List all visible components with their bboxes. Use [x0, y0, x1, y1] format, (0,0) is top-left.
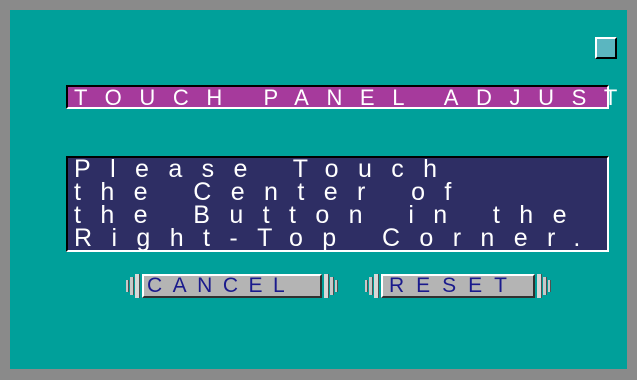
calibration-screen: TOUCH PANEL ADJUST Please Touch the Cent…: [10, 10, 627, 369]
reset-button[interactable]: RESET: [381, 274, 535, 298]
page-title: TOUCH PANEL ADJUST: [74, 85, 635, 110]
cancel-button[interactable]: CANCEL: [142, 274, 322, 298]
grip-right-icon: [537, 274, 551, 298]
device-frame: TOUCH PANEL ADJUST Please Touch the Cent…: [0, 0, 637, 380]
reset-button-group: RESET: [365, 274, 551, 298]
calibration-target-button[interactable]: [595, 37, 617, 59]
cancel-button-group: CANCEL: [126, 274, 338, 298]
instruction-box: Please Touch the Center of the Button in…: [66, 156, 609, 252]
grip-left-icon: [365, 274, 379, 298]
grip-left-icon: [126, 274, 140, 298]
grip-right-icon: [324, 274, 338, 298]
instruction-line-4: Right-Top Corner.: [74, 224, 600, 252]
title-bar: TOUCH PANEL ADJUST: [66, 85, 617, 110]
